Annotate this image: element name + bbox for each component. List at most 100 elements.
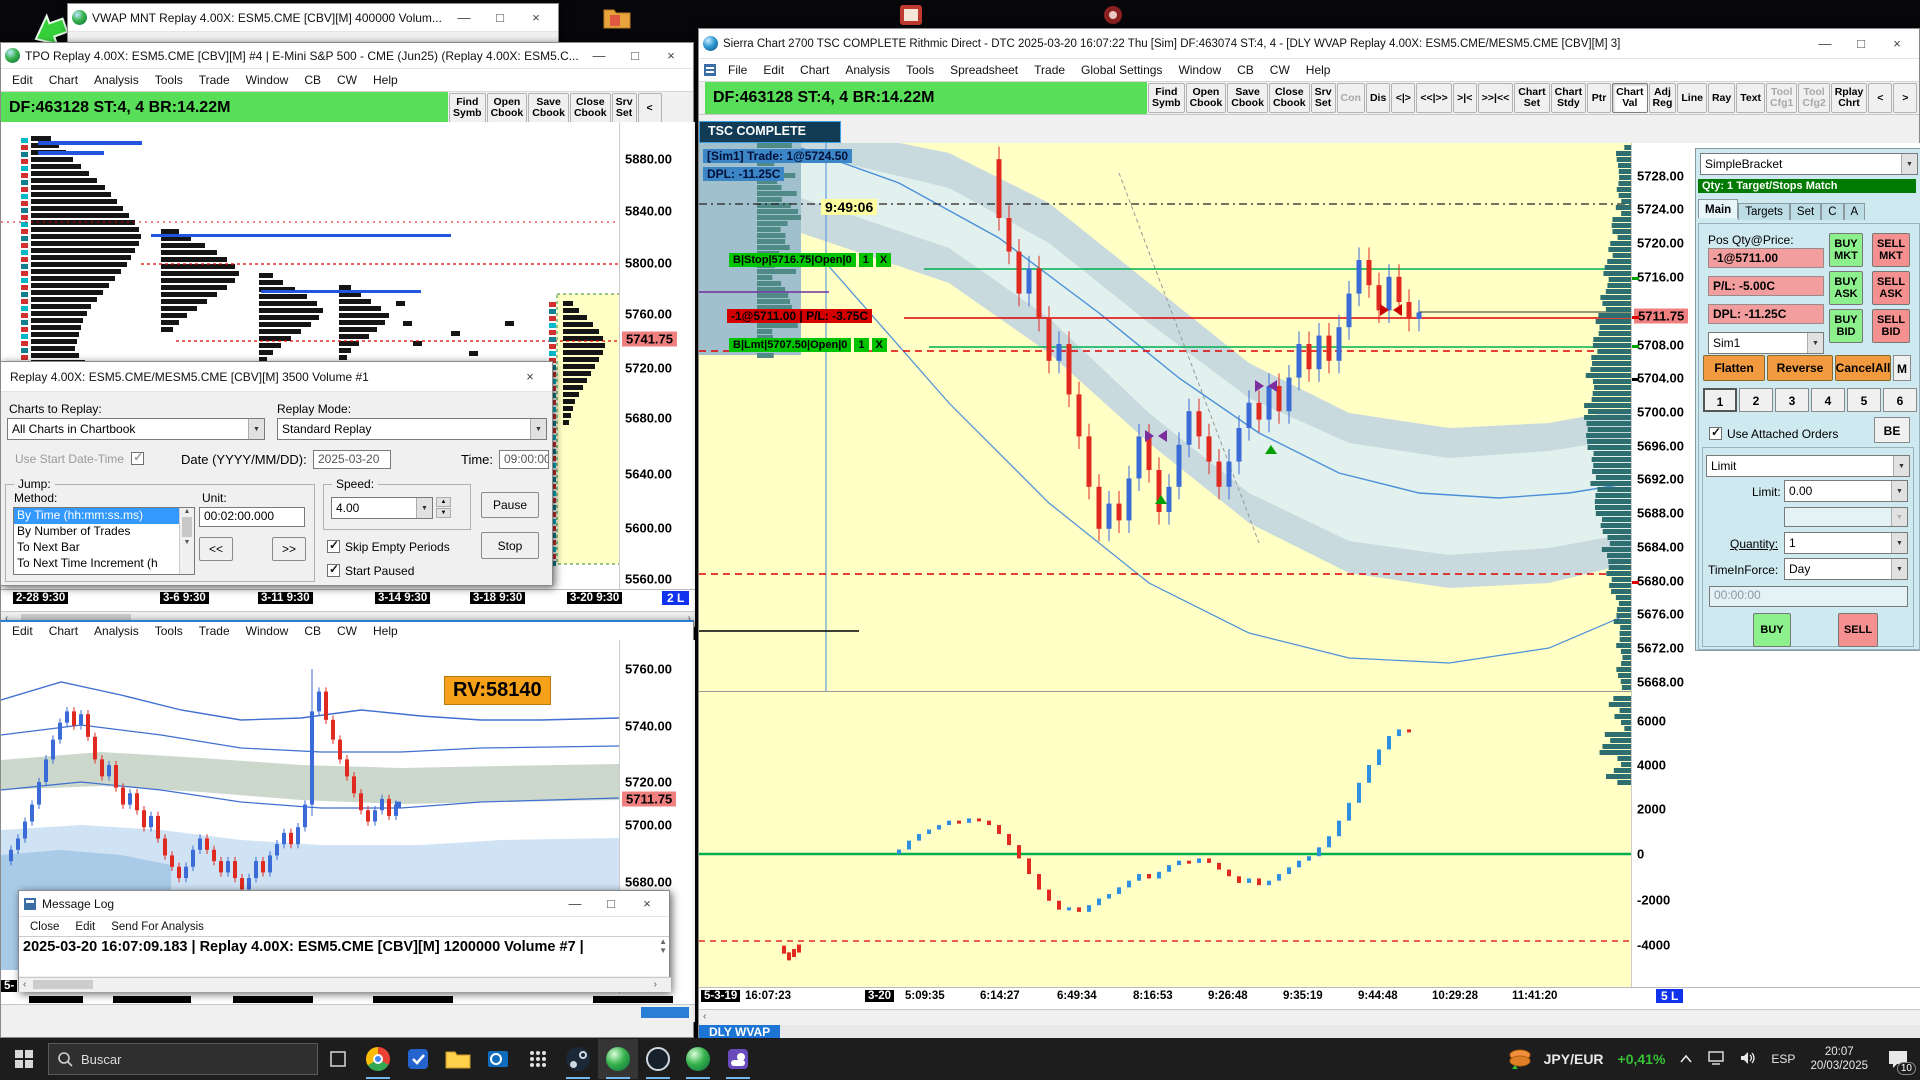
chart2-hscrollbar[interactable] bbox=[1, 1004, 695, 1022]
steam-icon[interactable] bbox=[558, 1039, 598, 1079]
qty-button-5[interactable]: 5 bbox=[1847, 388, 1881, 412]
main-tool--[interactable]: <|> bbox=[1391, 83, 1415, 113]
limit-order-label[interactable]: B|Lmt|5707.50|Open|01X bbox=[729, 338, 887, 352]
chrome-icon[interactable] bbox=[358, 1039, 398, 1079]
tpo-menu-analysis[interactable]: Analysis bbox=[87, 71, 146, 89]
unit-field[interactable]: 00:02:00.000 bbox=[199, 507, 305, 527]
chart2-menu-window[interactable]: Window bbox=[239, 622, 296, 640]
sell-mkt-button[interactable]: SELLMKT bbox=[1872, 233, 1910, 267]
main-hscrollbar[interactable]: ‹ bbox=[699, 1009, 1920, 1025]
jump-method-1[interactable]: By Number of Trades bbox=[14, 524, 179, 540]
ticker-coins-icon[interactable] bbox=[1503, 1039, 1537, 1079]
trade-tab-c[interactable]: C bbox=[1821, 203, 1843, 220]
cancel-all-button[interactable]: CancelAll bbox=[1835, 355, 1891, 381]
qty-button-2[interactable]: 2 bbox=[1739, 388, 1773, 412]
tpo-tool-close-cbook[interactable]: CloseCbook bbox=[570, 93, 611, 123]
main-menu-spreadsheet[interactable]: Spreadsheet bbox=[943, 61, 1025, 79]
be-button[interactable]: BE bbox=[1874, 417, 1910, 443]
main-tool-con[interactable]: Con bbox=[1337, 83, 1365, 113]
teams-icon[interactable] bbox=[718, 1039, 758, 1079]
charts-to-replay-select[interactable]: All Charts in Chartbook▼ bbox=[7, 418, 265, 440]
trade-tab-targets[interactable]: Targets bbox=[1738, 203, 1790, 220]
main-tool-adj-reg[interactable]: AdjReg bbox=[1649, 83, 1677, 113]
method-list-scrollbar[interactable]: ▲▼ bbox=[179, 508, 194, 574]
main-tool-find-symb[interactable]: FindSymb bbox=[1148, 83, 1185, 113]
tpo-menu-window[interactable]: Window bbox=[239, 71, 296, 89]
main-tool--[interactable]: < bbox=[1868, 83, 1892, 113]
replay-mode-select[interactable]: Standard Replay▼ bbox=[277, 418, 547, 440]
desktop-shortcut-folder-icon[interactable] bbox=[602, 2, 632, 32]
order-time-field[interactable]: 00:00:00 bbox=[1709, 586, 1908, 607]
speed-select[interactable]: 4.00▼ bbox=[331, 497, 433, 519]
start-paused-checkbox[interactable]: Start Paused bbox=[327, 564, 414, 578]
cancel-order-x[interactable]: X bbox=[876, 253, 891, 267]
quantity-select[interactable]: 1▼ bbox=[1784, 532, 1908, 554]
skip-empty-periods-checkbox[interactable]: Skip Empty Periods bbox=[327, 540, 450, 554]
tpo-menu-help[interactable]: Help bbox=[366, 71, 405, 89]
chart2-menu-trade[interactable]: Trade bbox=[192, 622, 237, 640]
tif-select[interactable]: Day▼ bbox=[1784, 558, 1908, 580]
speed-spinner[interactable]: ▲ ▼ bbox=[436, 497, 451, 519]
account-select[interactable]: Sim1▼ bbox=[1708, 332, 1824, 354]
stop-order-label[interactable]: B|Stop|5716.75|Open|01X bbox=[729, 253, 891, 267]
msglog-menu-edit[interactable]: Edit bbox=[68, 919, 102, 935]
vwap-close-button[interactable]: × bbox=[518, 5, 554, 31]
main-tool-chart-set[interactable]: ChartSet bbox=[1514, 83, 1549, 113]
main-tool-save-cbook[interactable]: SaveCbook bbox=[1227, 83, 1268, 113]
sell-ask-button[interactable]: SELLASK bbox=[1872, 271, 1910, 305]
secondary-price-select[interactable]: ▼ bbox=[1784, 507, 1908, 527]
chartbook-tab[interactable]: TSC COMPLETE bbox=[699, 121, 841, 143]
limit-price-select[interactable]: 0.00▼ bbox=[1784, 480, 1908, 502]
main-tool-tool-cfg1[interactable]: ToolCfg1 bbox=[1766, 83, 1797, 113]
main-tool-srv-set[interactable]: SrvSet bbox=[1311, 83, 1336, 113]
tpo-menu-trade[interactable]: Trade bbox=[192, 71, 237, 89]
sell-button[interactable]: SELL bbox=[1838, 613, 1878, 647]
main-close-button[interactable]: × bbox=[1879, 31, 1915, 57]
apps-grid-icon[interactable] bbox=[518, 1039, 558, 1079]
task-view-icon[interactable] bbox=[318, 1039, 358, 1079]
strategy-select[interactable]: SimpleBracket▼ bbox=[1700, 153, 1918, 175]
tpo-close-button[interactable]: × bbox=[653, 43, 689, 69]
buy-bid-button[interactable]: BUYBID bbox=[1829, 309, 1863, 343]
qty-button-3[interactable]: 3 bbox=[1775, 388, 1809, 412]
message-log-hscrollbar[interactable]: ‹› bbox=[19, 977, 671, 992]
main-tool-line[interactable]: Line bbox=[1677, 83, 1707, 113]
main-tool-open-cbook[interactable]: OpenCbook bbox=[1186, 83, 1227, 113]
pause-button[interactable]: Pause bbox=[481, 492, 539, 518]
flatten-button[interactable]: Flatten bbox=[1703, 355, 1765, 381]
tpo-menu-tools[interactable]: Tools bbox=[148, 71, 190, 89]
language-indicator[interactable]: ESP bbox=[1771, 1052, 1795, 1066]
main-menu-cb[interactable]: CB bbox=[1230, 61, 1261, 79]
outlook-icon[interactable] bbox=[478, 1039, 518, 1079]
chart2-menu-help[interactable]: Help bbox=[366, 622, 405, 640]
obs-icon[interactable] bbox=[638, 1039, 678, 1079]
trade-tab-main[interactable]: Main bbox=[1698, 199, 1738, 218]
tpo-menu-cw[interactable]: CW bbox=[330, 71, 364, 89]
qty-button-4[interactable]: 4 bbox=[1811, 388, 1845, 412]
message-log-maximize-button[interactable]: □ bbox=[593, 891, 629, 917]
tpo-tool-save-cbook[interactable]: SaveCbook bbox=[528, 93, 569, 123]
main-tool-chart-stdy[interactable]: ChartStdy bbox=[1551, 83, 1586, 113]
jump-back-button[interactable]: << bbox=[199, 537, 233, 561]
chart2-menu-cb[interactable]: CB bbox=[297, 622, 328, 640]
main-menu-trade[interactable]: Trade bbox=[1027, 61, 1072, 79]
main-menu-file[interactable]: File bbox=[721, 61, 754, 79]
main-tool-rplay-chrt[interactable]: RplayChrt bbox=[1831, 83, 1868, 113]
sierra-chart-icon[interactable] bbox=[598, 1039, 638, 1079]
main-tool--[interactable]: <<|>> bbox=[1416, 83, 1451, 113]
tpo-tool-find-symb[interactable]: FindSymb bbox=[449, 93, 486, 123]
main-tool-text[interactable]: Text bbox=[1736, 83, 1765, 113]
main-menu-chart[interactable]: Chart bbox=[793, 61, 836, 79]
bottom-tab-dly-wvap[interactable]: DLY WVAP bbox=[699, 1025, 780, 1039]
date-field[interactable]: 2025-03-20 bbox=[313, 450, 391, 469]
main-menu-tools[interactable]: Tools bbox=[899, 61, 941, 79]
jump-forward-button[interactable]: >> bbox=[272, 537, 306, 561]
main-tool--[interactable]: > bbox=[1893, 83, 1917, 113]
vwap-minimize-button[interactable]: — bbox=[446, 5, 482, 31]
m-button[interactable]: M bbox=[1893, 355, 1911, 381]
main-tool-close-cbook[interactable]: CloseCbook bbox=[1269, 83, 1310, 113]
chart2-menu-edit[interactable]: Edit bbox=[5, 622, 40, 640]
tpo-tool--[interactable]: < bbox=[638, 93, 662, 123]
main-tool--[interactable]: >|< bbox=[1453, 83, 1477, 113]
buy-ask-button[interactable]: BUYASK bbox=[1829, 271, 1863, 305]
